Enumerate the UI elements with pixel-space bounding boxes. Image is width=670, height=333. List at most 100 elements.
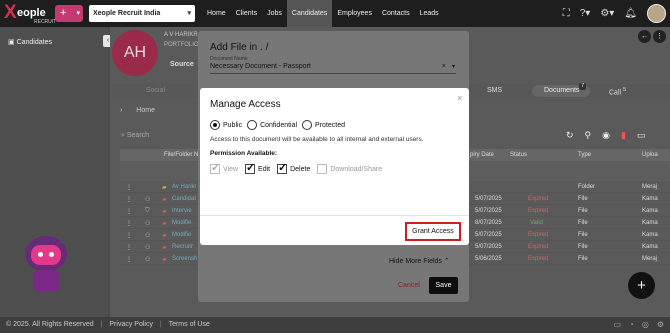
radio-protected[interactable]: Protected — [302, 120, 345, 130]
row-menu-icon[interactable]: ⋮ — [126, 208, 132, 215]
search-input[interactable]: ⌕ Search — [121, 132, 149, 140]
permission-download-share: Download/Share — [317, 164, 382, 174]
terms-of-use-link[interactable]: Terms of Use — [169, 321, 210, 328]
fullscreen-icon[interactable]: ⛶ — [563, 8, 570, 19]
candidate-source-label: Source — [170, 61, 194, 68]
row-menu-icon[interactable]: ⋮ — [126, 220, 132, 227]
radio-confidential-control[interactable] — [247, 120, 258, 130]
radio-protected-control[interactable] — [302, 120, 313, 130]
grant-access-button[interactable]: Grant Access — [407, 224, 459, 239]
file-name[interactable]: Candidat — [172, 196, 196, 202]
more-icon[interactable]: ⋮ — [653, 30, 666, 43]
user-avatar[interactable] — [647, 4, 666, 23]
nav-employees[interactable]: Employees — [332, 0, 377, 27]
organization-value: Xeople Recruit India — [93, 10, 161, 17]
nav-leads[interactable]: Leads — [415, 0, 444, 27]
document-name-value: Necessary Document - Passport — [210, 63, 311, 70]
file-status: Expired — [528, 232, 549, 238]
file-name[interactable]: Modifie — [172, 232, 191, 238]
file-type: File — [578, 220, 588, 226]
file-status: Expired — [528, 208, 549, 214]
radio-public-control[interactable] — [210, 120, 220, 130]
organization-select[interactable]: Xeople Recruit India ▾ — [89, 5, 195, 22]
privacy-policy-link[interactable]: Privacy Policy — [109, 321, 153, 328]
row-menu-icon[interactable]: ⋮ — [126, 232, 132, 239]
check-icon[interactable]: ◎ — [642, 320, 649, 329]
row-menu-icon[interactable]: ⋮ — [126, 256, 132, 263]
permission-edit[interactable]: Edit — [245, 161, 270, 174]
hide-more-fields-toggle[interactable]: Hide More Fields ⌃ — [389, 257, 450, 265]
clear-icon[interactable]: × — [442, 63, 446, 70]
file-uploader: Kama — [642, 208, 658, 214]
nav-clients[interactable]: Clients — [231, 0, 262, 27]
edit-checkbox[interactable] — [245, 161, 255, 174]
file-icon: ▰ — [162, 257, 167, 263]
chevron-up-icon: ⌃ — [443, 258, 450, 265]
cancel-button[interactable]: Cancel — [398, 282, 420, 289]
xeople-logo[interactable]: X eople RECRUIT — [4, 2, 56, 25]
add-fab-button[interactable]: + — [628, 272, 655, 299]
sidebar-item-candidates[interactable]: ▣ Candidates — [8, 38, 52, 46]
folder-icon[interactable]: ▭ — [637, 130, 646, 141]
back-icon[interactable]: ← — [638, 30, 651, 43]
dialog-divider — [200, 215, 469, 216]
file-name[interactable]: Recruitr — [172, 244, 193, 250]
file-name[interactable]: Modifie — [172, 220, 191, 226]
filter-icon[interactable]: ⚲ — [585, 130, 592, 141]
settings-icon[interactable]: ⚙ — [657, 320, 664, 329]
share-users-icon: ⚇ — [145, 245, 151, 251]
tab-documents[interactable]: Documents 7 — [532, 83, 590, 97]
manage-access-dialog: Manage Access × Public Confidential Prot… — [200, 88, 469, 245]
col-type[interactable]: Type — [578, 152, 591, 158]
settings-icon[interactable]: ⚙▾ — [600, 8, 614, 19]
folder-icon: ▰ — [162, 185, 167, 191]
nav-candidates[interactable]: Candidates — [286, 0, 333, 27]
row-menu-icon[interactable]: ⋮ — [126, 184, 132, 191]
file-icon: ▰ — [162, 197, 167, 203]
radio-confidential[interactable]: Confidential — [247, 120, 297, 130]
notification-bell-icon[interactable]: 🔔︎ — [624, 8, 637, 19]
share-users-icon: ⚇ — [145, 257, 151, 263]
save-button[interactable]: Save — [429, 277, 458, 294]
nav-contacts[interactable]: Contacts — [377, 0, 415, 27]
breadcrumb-home[interactable]: Home — [136, 107, 155, 114]
permission-delete[interactable]: Delete — [277, 161, 310, 174]
documents-count-badge: 7 — [579, 83, 586, 90]
tab-sms[interactable]: SMS — [487, 87, 502, 94]
quick-add-button[interactable]: + ▾ — [55, 5, 83, 22]
file-icon: ▰ — [162, 209, 167, 215]
file-status: Expired — [528, 196, 549, 202]
file-expiry: 5/07/2025 — [475, 196, 502, 202]
file-name[interactable]: Intervie — [172, 208, 192, 214]
close-icon[interactable]: × — [457, 93, 462, 103]
chevron-right-icon[interactable]: › — [120, 107, 122, 114]
refresh-icon[interactable]: ↻ — [566, 130, 574, 141]
col-status[interactable]: Status — [510, 152, 527, 158]
radio-public[interactable]: Public — [210, 120, 242, 130]
col-uploaded-by[interactable]: Uploa — [642, 152, 658, 158]
tab-social[interactable]: Social — [146, 87, 165, 94]
permission-view: View — [210, 161, 238, 174]
nav-home[interactable]: Home — [202, 0, 231, 27]
chevron-down-icon[interactable]: ▾ — [452, 63, 455, 70]
col-expiry-date[interactable]: piry Date — [470, 152, 494, 158]
help-icon[interactable]: ?▾ — [580, 8, 591, 19]
view-icon[interactable]: ◉ — [602, 130, 610, 141]
sync-icon[interactable]: ◔ — [629, 320, 634, 329]
row-menu-icon[interactable]: ⋮ — [126, 244, 132, 251]
candidate-name: A V HARIKR — [164, 32, 198, 38]
nav-jobs[interactable]: Jobs — [262, 0, 287, 27]
footer-icons: ▭ ◔ ◎ ⚙ — [613, 320, 664, 329]
delete-checkbox[interactable] — [277, 161, 287, 174]
row-menu-icon[interactable]: ⋮ — [126, 196, 132, 203]
file-name[interactable]: Av Harikr — [172, 184, 197, 190]
chatbot-assistant[interactable] — [21, 236, 71, 296]
file-type: File — [578, 232, 588, 238]
delete-icon[interactable]: ▮ — [621, 130, 626, 141]
document-name-select[interactable]: Necessary Document - Passport × ▾ — [210, 63, 456, 74]
tab-call[interactable]: Call 5 — [609, 87, 626, 96]
file-name[interactable]: Screensh — [172, 256, 197, 262]
chat-icon[interactable]: ▭ — [613, 320, 621, 329]
col-file-folder[interactable]: File/Folder N — [164, 152, 198, 158]
sidebar-item-label: Candidates — [16, 39, 52, 46]
